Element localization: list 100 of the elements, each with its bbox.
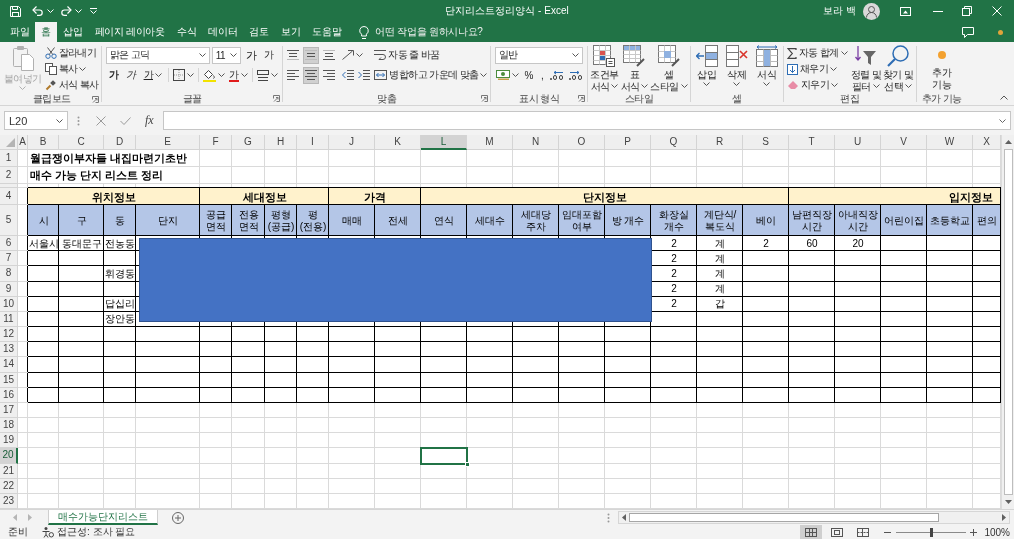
add-sheet-icon[interactable] [172,511,184,524]
comma-button[interactable]: , [537,67,547,83]
merge-center-button[interactable]: 병합하고 가운데 맞춤 [373,67,489,83]
font-size-field[interactable]: 11 [211,46,241,64]
scroll-down-icon[interactable] [1004,500,1012,504]
caret-icon[interactable] [187,73,194,77]
column-header[interactable]: F [200,135,232,150]
delete-button[interactable]: 삭제 [722,45,751,89]
font-color-button[interactable]: 가 [228,67,249,83]
column-header[interactable]: I [297,135,329,150]
caret-icon[interactable] [703,82,711,86]
restore-icon[interactable] [962,6,972,16]
row-header[interactable]: 12 [0,327,18,343]
row-header[interactable]: 1 [0,150,18,167]
caret-icon[interactable] [198,53,206,57]
shrink-font-button[interactable]: 가 [263,47,275,63]
cut-button[interactable]: 잘라내기 [43,45,100,61]
indent-increase-icon[interactable] [358,70,371,80]
horizontal-scrollbar[interactable] [618,511,1010,524]
caret-icon[interactable] [356,53,364,57]
find-select-button[interactable]: 찾기 및 선택 [882,45,914,93]
add-ins-button[interactable]: 추가 기능 [932,45,951,91]
caret-icon[interactable] [831,83,838,87]
save-icon[interactable] [10,5,21,17]
ribbon-tab[interactable]: 수식 [170,22,203,42]
column-header[interactable]: V [881,135,927,150]
selected-cell[interactable] [421,448,467,464]
caret-icon[interactable] [480,73,488,77]
column-header[interactable]: U [835,135,881,150]
ribbon-tab[interactable]: 검토 [243,22,275,42]
column-header[interactable]: L [421,135,467,150]
caret-icon[interactable] [218,73,225,77]
cancel-icon[interactable] [96,115,106,126]
sort-filter-button[interactable]: 정렬 및 필터 [850,45,881,93]
fill-handle[interactable] [465,461,470,467]
column-header[interactable]: D [104,135,136,150]
column-header[interactable]: P [605,135,651,150]
insert-function-button[interactable]: fx [145,113,154,128]
sheet-tab[interactable]: 매수가능단지리스트 [48,510,158,525]
row-header[interactable]: 5 [0,205,18,236]
column-header[interactable]: G [232,135,265,150]
row-header[interactable]: 7 [0,251,18,267]
comment-icon[interactable] [962,26,974,38]
name-box[interactable]: L20 [4,111,68,130]
formula-input[interactable] [162,111,1011,130]
zoom-slider-thumb[interactable] [929,527,933,537]
row-header[interactable]: 2 [0,167,18,184]
row-header[interactable]: 4 [0,188,18,205]
indent-decrease-icon[interactable] [342,70,355,80]
align-middle-button[interactable] [303,46,320,64]
row-header[interactable]: 20 [0,448,18,464]
column-header[interactable]: N [513,135,559,150]
percent-button[interactable]: % [521,67,536,83]
caret-icon[interactable] [271,73,278,77]
number-format-field[interactable]: 일반 [494,46,583,64]
italic-button[interactable]: 가 [125,67,137,83]
scrollbar-thumb[interactable] [629,513,939,522]
undo-icon[interactable] [32,6,44,16]
caret-icon[interactable] [229,53,237,57]
format-as-table-button[interactable]: 표 서식 [620,45,649,93]
column-header[interactable]: R [697,135,743,150]
tell-me-box[interactable]: 어떤 작업을 원하시나요? [359,22,483,42]
row-header[interactable]: 8 [0,266,18,282]
caret-icon[interactable] [241,73,248,77]
grip-icon[interactable] [77,115,80,126]
scroll-left-icon[interactable] [622,514,626,521]
autosum-button[interactable]: 자동 합계 [785,45,849,61]
conditional-formatting-button[interactable]: 조건부 서식 [590,45,619,93]
ribbon-tab[interactable]: 데이터 [202,22,244,42]
column-header[interactable]: C [59,135,104,150]
caret-icon[interactable] [840,51,848,55]
align-center-button[interactable] [303,66,320,84]
caret-icon[interactable] [905,84,913,88]
launcher-icon[interactable] [273,95,281,102]
ribbon-tab[interactable]: 도움말 [306,22,348,42]
ribbon-tab[interactable]: 파일 [4,22,36,42]
expand-icon[interactable] [999,118,1006,123]
row-header[interactable]: 14 [0,357,18,373]
minimize-icon[interactable] [933,10,943,12]
vertical-scrollbar[interactable] [1001,135,1014,509]
format-button[interactable]: 서식 [752,45,781,89]
ribbon-tab[interactable]: 홈 [35,22,58,42]
row-header[interactable]: 19 [0,433,18,449]
caret-icon[interactable] [79,67,87,71]
column-header[interactable]: K [375,135,421,150]
ribbon-tab[interactable]: 삽입 [57,22,89,42]
decimal-decrease-icon[interactable] [569,70,584,80]
format-painter-button[interactable]: 서식 복사 [43,77,100,93]
caret-icon[interactable] [872,84,880,88]
plus-icon[interactable] [970,528,978,536]
zoom-level[interactable]: 100% [984,526,1010,538]
column-header[interactable]: W [927,135,973,150]
normal-view-button[interactable] [800,525,823,539]
column-header[interactable]: Q [651,135,697,150]
scroll-up-icon[interactable] [1004,140,1012,144]
row-header[interactable]: 6 [0,236,18,252]
decimal-increase-icon[interactable] [550,70,565,80]
launcher-icon[interactable] [578,95,586,102]
launcher-icon[interactable] [92,95,100,103]
column-header[interactable]: S [743,135,789,150]
